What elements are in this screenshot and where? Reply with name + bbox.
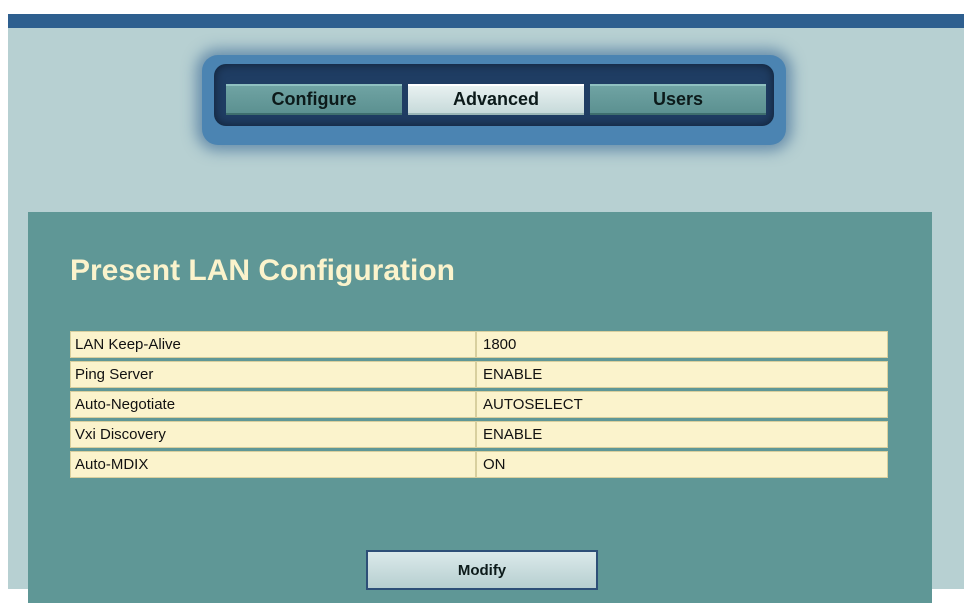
row-label: Ping Server [70, 361, 476, 388]
row-label: Auto-MDIX [70, 451, 476, 478]
page-title: Present LAN Configuration [70, 254, 456, 287]
table-row: Vxi Discovery ENABLE [70, 421, 888, 448]
tab-bar: Configure Advanced Users [214, 64, 774, 126]
lan-config-panel: Present LAN Configuration LAN Keep-Alive… [28, 212, 932, 603]
row-label: Vxi Discovery [70, 421, 476, 448]
table-row: Ping Server ENABLE [70, 361, 888, 388]
row-label: LAN Keep-Alive [70, 331, 476, 358]
row-value: ON [476, 451, 888, 478]
tab-advanced[interactable]: Advanced [408, 84, 584, 115]
row-value: ENABLE [476, 361, 888, 388]
row-label: Auto-Negotiate [70, 391, 476, 418]
row-value: AUTOSELECT [476, 391, 888, 418]
row-value: 1800 [476, 331, 888, 358]
tab-users[interactable]: Users [590, 84, 766, 115]
row-value: ENABLE [476, 421, 888, 448]
tab-configure[interactable]: Configure [226, 84, 402, 115]
table-row: Auto-MDIX ON [70, 451, 888, 478]
page-frame: Configure Advanced Users Present LAN Con… [8, 14, 964, 603]
modify-button[interactable]: Modify [366, 550, 598, 590]
table-row: LAN Keep-Alive 1800 [70, 331, 888, 358]
table-row: Auto-Negotiate AUTOSELECT [70, 391, 888, 418]
lan-config-table: LAN Keep-Alive 1800 Ping Server ENABLE A… [70, 328, 888, 481]
